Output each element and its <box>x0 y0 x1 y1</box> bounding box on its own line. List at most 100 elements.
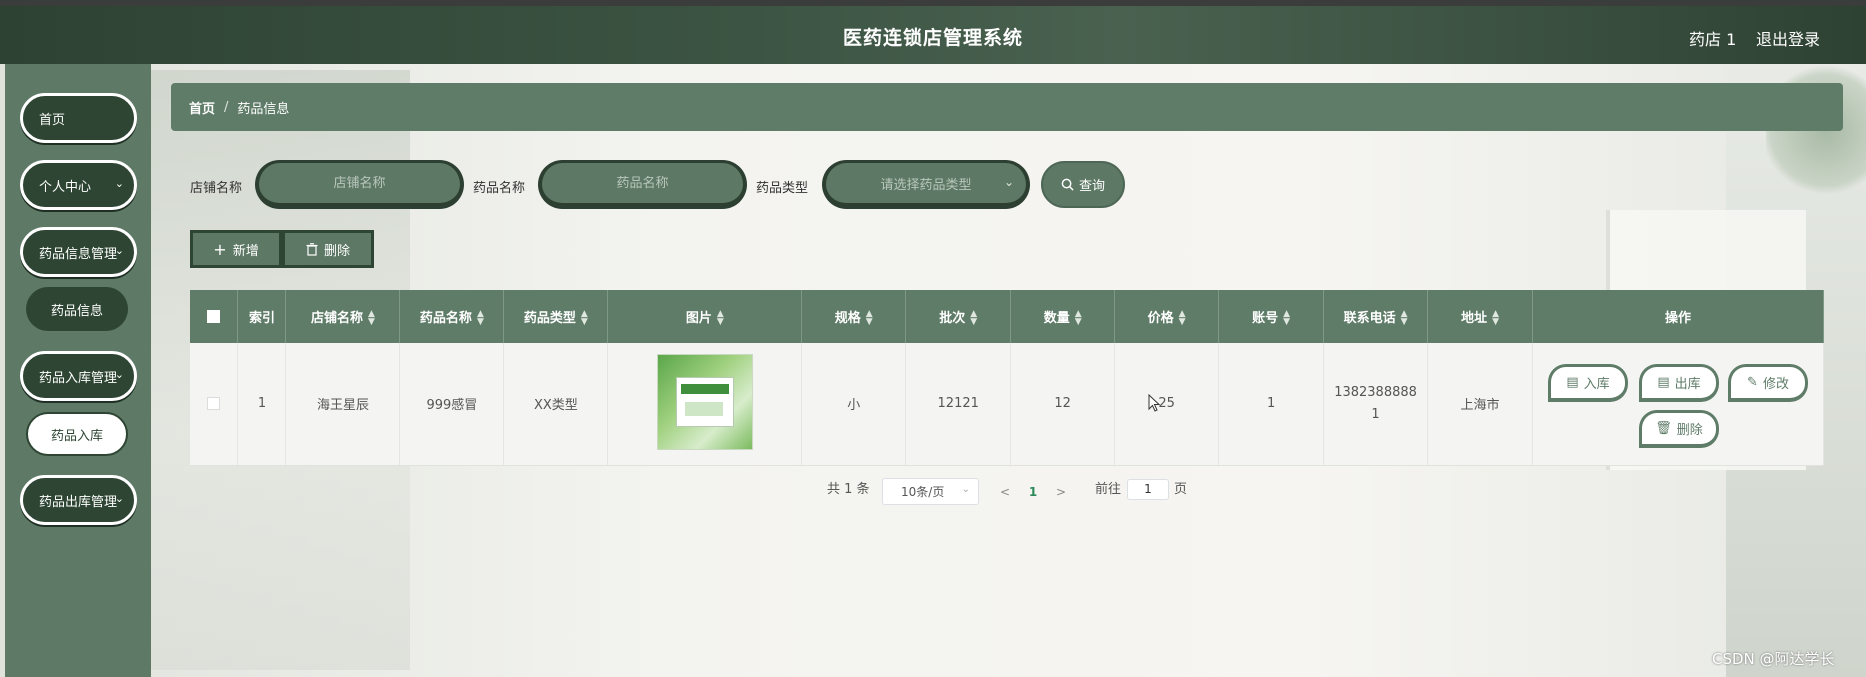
pagination-total: 共 1 条 <box>827 482 870 497</box>
chevron-down-icon: ⌄ <box>961 484 970 495</box>
sort-icon[interactable]: ▲ ▼ <box>1075 310 1082 327</box>
row-select-cell[interactable] <box>190 343 239 466</box>
edit-button[interactable]: ✎ 修改 <box>1728 364 1808 402</box>
page-size-select[interactable]: 10条/页 ⌄ <box>882 478 979 505</box>
trash-icon: 🗑 <box>1655 421 1672 436</box>
add-label: 新增 <box>232 243 259 259</box>
drug-name-input[interactable] <box>538 160 747 209</box>
chevron-down-icon: ⌄ <box>114 244 124 257</box>
drug-image <box>656 353 753 450</box>
sidebar-item-stock-out-mgmt[interactable]: 药品出库管理 ⌄ <box>20 475 137 525</box>
stock-out-label: 出库 <box>1674 377 1701 392</box>
chevron-down-icon: ⌄ <box>114 177 124 190</box>
sort-icon[interactable]: ▲ ▼ <box>1283 310 1290 327</box>
column-header: 操作 <box>1532 290 1824 343</box>
column-header[interactable]: 数量 ▲ ▼ <box>1010 290 1116 343</box>
cell-type: XX类型 <box>503 343 609 466</box>
shop-name-input[interactable] <box>255 160 464 209</box>
delete-row-label: 删除 <box>1676 423 1703 438</box>
drug-type-label: 药品类型 <box>756 181 809 196</box>
stock-in-label: 入库 <box>1583 377 1610 392</box>
prev-page-button[interactable]: < <box>994 478 1016 505</box>
column-header[interactable]: 联系电话 ▲ ▼ <box>1323 290 1429 343</box>
app-header: 医药连锁店管理系统 药店 1 退出登录 <box>0 6 1866 64</box>
column-header[interactable]: 图片 ▲ ▼ <box>607 290 803 343</box>
edit-label: 修改 <box>1762 377 1789 392</box>
cell-shop: 海王星辰 <box>285 343 401 466</box>
cell-drug: 999感冒 <box>399 343 505 466</box>
cell-index: 1 <box>237 343 287 466</box>
search-icon <box>1061 178 1074 191</box>
stock-in-button[interactable]: ▤ 入库 <box>1548 364 1628 402</box>
sidebar-item-label: 药品入库 <box>50 428 103 444</box>
column-header[interactable]: 店铺名称 ▲ ▼ <box>285 290 401 343</box>
sidebar-subitem-drug-info[interactable]: 药品信息 <box>26 287 128 331</box>
sort-icon[interactable]: ▲ ▼ <box>368 310 375 327</box>
sort-icon[interactable]: ▲ ▼ <box>1492 310 1499 327</box>
drug-type-select[interactable]: 请选择药品类型 ⌄ <box>822 160 1030 209</box>
select-all-checkbox[interactable] <box>207 310 221 323</box>
cell-address: 上海市 <box>1427 343 1533 466</box>
watermark: CSDN @阿达学长 <box>1712 650 1835 668</box>
query-button[interactable]: 查询 <box>1041 161 1125 208</box>
page-number[interactable]: 1 <box>1022 478 1044 505</box>
plus-icon: + <box>213 239 227 259</box>
goto-label: 前往 <box>1095 482 1122 497</box>
row-checkbox[interactable] <box>207 397 221 411</box>
shop-name-label: 店铺名称 <box>190 181 243 196</box>
delete-row-button[interactable]: 🗑 删除 <box>1639 410 1719 448</box>
chevron-down-icon: ⌄ <box>114 492 124 505</box>
current-user[interactable]: 药店 1 <box>1689 26 1736 50</box>
column-header[interactable]: 批次 ▲ ▼ <box>905 290 1012 343</box>
cell-spec: 小 <box>801 343 907 466</box>
cell-image <box>607 343 803 466</box>
table-header-row: 索引 店铺名称 ▲ ▼ 药品名称 ▲ ▼ 药品类型 ▲ ▼ 图片 ▲ ▼ 规格 ▲ ▼ 批次 ▲ ▼ 数… <box>190 290 1824 343</box>
delete-label: 删除 <box>323 243 350 259</box>
sort-icon[interactable]: ▲ ▼ <box>866 310 873 327</box>
drug-type-placeholder: 请选择药品类型 <box>880 177 972 193</box>
sidebar-item-label: 个人中心 <box>39 179 92 195</box>
sidebar-item-stock-in-mgmt[interactable]: 药品入库管理 ⌄ <box>20 351 137 401</box>
sort-icon[interactable]: ▲ ▼ <box>717 310 724 327</box>
breadcrumb-current: 药品信息 <box>237 101 290 117</box>
sidebar-item-label: 药品信息管理 <box>39 246 118 262</box>
column-header[interactable]: 药品类型 ▲ ▼ <box>503 290 609 343</box>
stock-out-button[interactable]: ▤ 出库 <box>1639 364 1719 402</box>
sort-icon[interactable]: ▲ ▼ <box>581 310 588 327</box>
cell-phone: 1382388888 1 <box>1323 343 1429 466</box>
sort-icon[interactable]: ▲ ▼ <box>1179 310 1186 327</box>
page-size-value: 10条/页 <box>901 485 945 499</box>
cell-batch: 12121 <box>905 343 1012 466</box>
sidebar-item-profile[interactable]: 个人中心 ⌄ <box>20 160 137 210</box>
sidebar-item-label: 药品出库管理 <box>39 494 118 510</box>
page-suffix: 页 <box>1174 482 1188 497</box>
breadcrumb-home[interactable]: 首页 <box>189 98 215 117</box>
goto-page-input[interactable]: 1 <box>1127 479 1169 500</box>
select-all-cell[interactable] <box>190 290 239 343</box>
column-header[interactable]: 规格 ▲ ▼ <box>801 290 907 343</box>
document-icon: ▤ <box>1657 375 1670 390</box>
logout-button[interactable]: 退出登录 <box>1756 26 1820 50</box>
sidebar-item-label: 药品入库管理 <box>39 370 118 386</box>
sort-icon[interactable]: ▲ ▼ <box>970 310 977 327</box>
column-header: 索引 <box>237 290 287 343</box>
batch-delete-button[interactable]: 删除 <box>282 230 374 268</box>
column-header[interactable]: 账号 ▲ ▼ <box>1218 290 1325 343</box>
query-label: 查询 <box>1078 179 1105 194</box>
next-page-button[interactable]: > <box>1050 478 1072 505</box>
sidebar-item-label: 药品信息 <box>50 303 103 319</box>
add-button[interactable]: + 新增 <box>190 230 282 268</box>
column-header[interactable]: 地址 ▲ ▼ <box>1427 290 1533 343</box>
column-header[interactable]: 价格 ▲ ▼ <box>1114 290 1220 343</box>
sidebar-item-drug-info-mgmt[interactable]: 药品信息管理 ⌄ <box>20 227 137 277</box>
sidebar-subitem-stock-in[interactable]: 药品入库 <box>26 412 128 456</box>
chevron-right-icon: > <box>1055 484 1067 499</box>
sidebar-item-home[interactable]: 首页 <box>20 93 137 143</box>
chevron-down-icon: ⌄ <box>1003 175 1014 189</box>
sort-icon[interactable]: ▲ ▼ <box>1401 310 1408 327</box>
cell-qty: 12 <box>1010 343 1116 466</box>
sort-icon[interactable]: ▲ ▼ <box>477 310 484 327</box>
column-header[interactable]: 药品名称 ▲ ▼ <box>399 290 505 343</box>
chevron-down-icon: ⌄ <box>114 368 124 381</box>
app-title: 医药连锁店管理系统 <box>842 27 1023 49</box>
